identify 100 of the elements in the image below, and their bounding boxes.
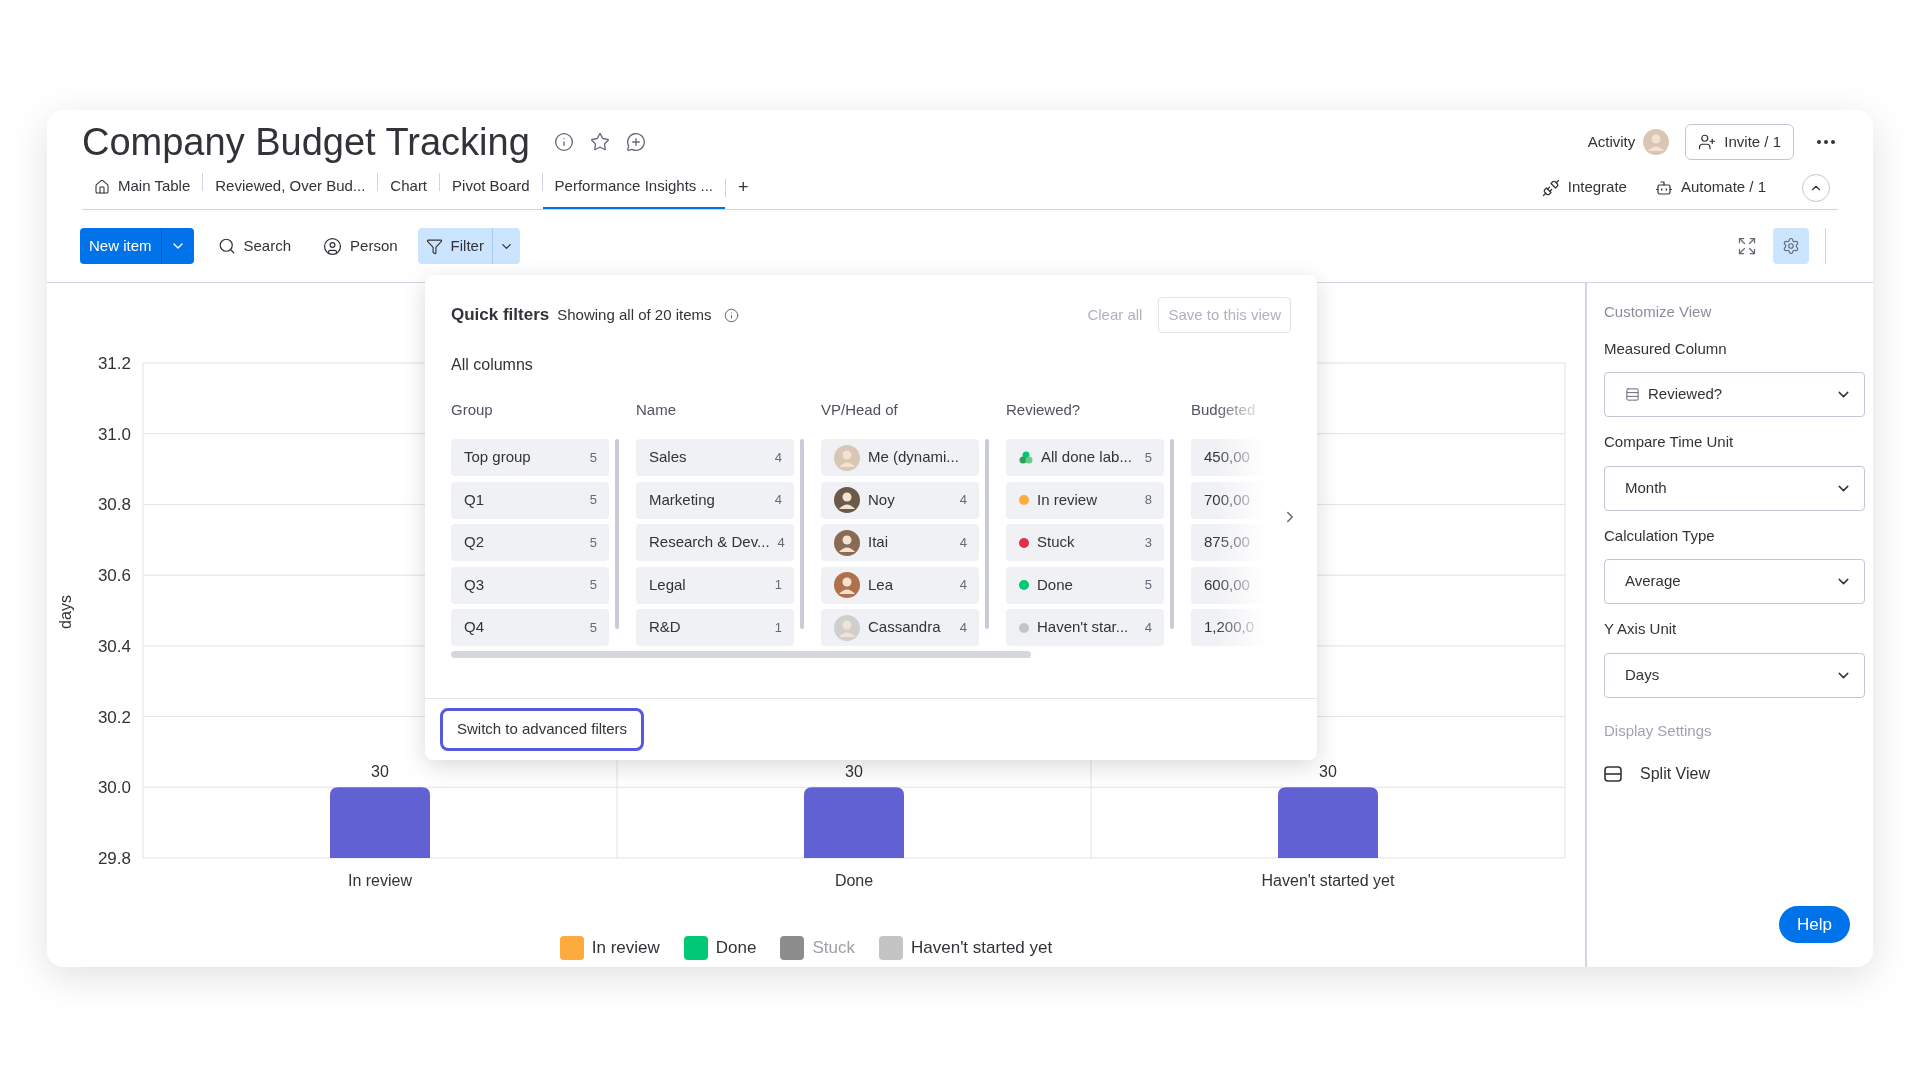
data-label: 30 <box>845 763 863 781</box>
board-title: Company Budget Tracking <box>82 123 530 161</box>
star-icon[interactable] <box>589 132 610 152</box>
invite-button[interactable]: Invite / 1 <box>1685 124 1794 160</box>
view-tab[interactable]: Pivot Board <box>440 166 542 209</box>
filter-option[interactable]: Q3 5 <box>451 566 609 604</box>
y-tick-label: 30.4 <box>97 636 131 656</box>
filter-option[interactable]: Marketing 4 <box>636 481 794 519</box>
column-icon <box>1625 387 1640 402</box>
items-summary: Showing all of 20 items <box>557 304 712 325</box>
dropdown[interactable]: Average <box>1604 559 1865 604</box>
dropdown[interactable]: Month <box>1604 465 1865 511</box>
avatar-icon <box>834 529 860 556</box>
x-tick-label: In review <box>348 872 412 889</box>
help-button[interactable]: Help <box>1779 906 1850 943</box>
axis-title: days <box>57 595 74 629</box>
user-plus-icon <box>1698 133 1717 151</box>
y-tick-label: 29.8 <box>97 849 131 868</box>
column-heading: VP/Head of <box>821 400 899 419</box>
column-heading: Reviewed? <box>1006 400 1082 419</box>
horizontal-scrollbar[interactable] <box>451 651 1031 658</box>
legend-label[interactable]: Haven't started yet <box>911 935 1053 961</box>
info-icon[interactable] <box>553 132 574 152</box>
filter-option[interactable]: Me (dynami... <box>821 439 979 476</box>
scrollbar[interactable] <box>615 439 619 629</box>
split-view-button[interactable]: Split View <box>1604 762 1865 786</box>
column-heading: Budgeted <box>1191 400 1257 419</box>
dropdown[interactable]: Days <box>1604 652 1865 698</box>
filter-option[interactable]: Haven't star... 4 <box>1006 609 1164 646</box>
view-tab[interactable]: Main Table <box>82 166 203 209</box>
filter-option[interactable]: Q2 5 <box>451 524 609 561</box>
popup-title: Quick filters <box>451 304 550 327</box>
scrollbar[interactable] <box>800 439 804 629</box>
filter-option[interactable]: Itai 4 <box>821 524 979 561</box>
home-icon <box>94 178 110 195</box>
avatar-icon <box>834 572 860 598</box>
y-tick-label: 30.0 <box>97 778 131 798</box>
filter-option[interactable]: Research & Dev... 4 <box>636 524 794 561</box>
scrollbar[interactable] <box>1170 439 1174 629</box>
data-label: 30 <box>371 763 389 781</box>
filter-option[interactable]: In review 8 <box>1006 481 1164 519</box>
column-heading: Group <box>451 400 494 419</box>
filter-icon <box>425 237 443 255</box>
integrate-button[interactable]: Integrate <box>1541 176 1627 199</box>
field-label: Calculation Type <box>1604 525 1716 546</box>
avatar-icon <box>834 487 860 513</box>
person-icon <box>323 236 343 256</box>
info-icon[interactable] <box>723 307 739 323</box>
search-button[interactable]: Search <box>217 234 292 258</box>
field-label: Measured Column <box>1604 338 1728 359</box>
x-tick-label: Done <box>834 872 874 889</box>
filter-option[interactable]: Noy 4 <box>821 481 979 519</box>
settings-button[interactable] <box>1773 228 1809 264</box>
filter-option[interactable]: Lea 4 <box>821 566 979 604</box>
avatar-icon <box>1643 129 1670 155</box>
y-tick-label: 31.2 <box>97 354 131 373</box>
settings-icon <box>1782 237 1800 255</box>
filter-option[interactable]: Done 5 <box>1006 566 1164 604</box>
split-view-icon <box>1604 766 1622 782</box>
legend-label[interactable]: Done <box>715 935 757 961</box>
filter-option[interactable]: Sales 4 <box>636 439 794 476</box>
view-tab[interactable]: Chart <box>378 166 440 209</box>
filter-option[interactable]: Q1 5 <box>451 481 609 519</box>
filter-option[interactable]: All done lab... 5 <box>1006 439 1164 476</box>
avatar-icon <box>834 444 860 471</box>
x-tick-label: Haven't started yet <box>1261 872 1395 889</box>
view-tab[interactable]: Performance Insights ... <box>542 166 725 209</box>
add-view-button[interactable]: + <box>726 166 761 209</box>
field-label: Compare Time Unit <box>1604 432 1735 452</box>
view-tab[interactable]: Reviewed, Over Bud... <box>203 166 378 209</box>
filter-option[interactable]: Cassandra 4 <box>821 609 979 646</box>
search-icon <box>217 237 236 255</box>
filter-option[interactable]: Top group 5 <box>451 439 609 476</box>
status-group-icon <box>1019 451 1033 464</box>
panel-heading: Customize View <box>1604 302 1713 322</box>
field-label: Y Axis Unit <box>1604 619 1678 639</box>
person-button[interactable]: Person <box>323 234 398 258</box>
filter-option[interactable]: Legal 1 <box>636 566 794 604</box>
data-label: 30 <box>1319 763 1337 781</box>
dropdown[interactable]: Reviewed? <box>1604 372 1865 417</box>
advanced-filters-button[interactable]: Switch to advanced filters <box>440 708 645 751</box>
y-tick-label: 30.6 <box>97 566 131 586</box>
legend-label[interactable]: In review <box>591 935 660 961</box>
filter-option[interactable]: R&D 1 <box>636 609 794 646</box>
column-heading: Name <box>636 400 677 419</box>
fullscreen-icon[interactable] <box>1737 236 1757 256</box>
y-tick-label: 30.2 <box>97 707 131 727</box>
automate-button[interactable]: Automate / 1 <box>1654 176 1766 199</box>
activity-button[interactable]: Activity <box>1587 130 1636 154</box>
y-tick-label: 30.8 <box>97 495 131 515</box>
scrollbar[interactable] <box>985 439 989 629</box>
comment-icon[interactable] <box>625 132 646 152</box>
robot-icon <box>1654 178 1673 197</box>
filter-option[interactable]: Q4 5 <box>451 609 609 646</box>
panel-heading: Display Settings <box>1604 720 1713 741</box>
avatar-icon <box>834 614 860 641</box>
y-tick-label: 31.0 <box>97 424 131 444</box>
filter-option[interactable]: Stuck 3 <box>1006 524 1164 561</box>
section-title: All columns <box>450 355 534 375</box>
plug-icon <box>1541 178 1560 197</box>
